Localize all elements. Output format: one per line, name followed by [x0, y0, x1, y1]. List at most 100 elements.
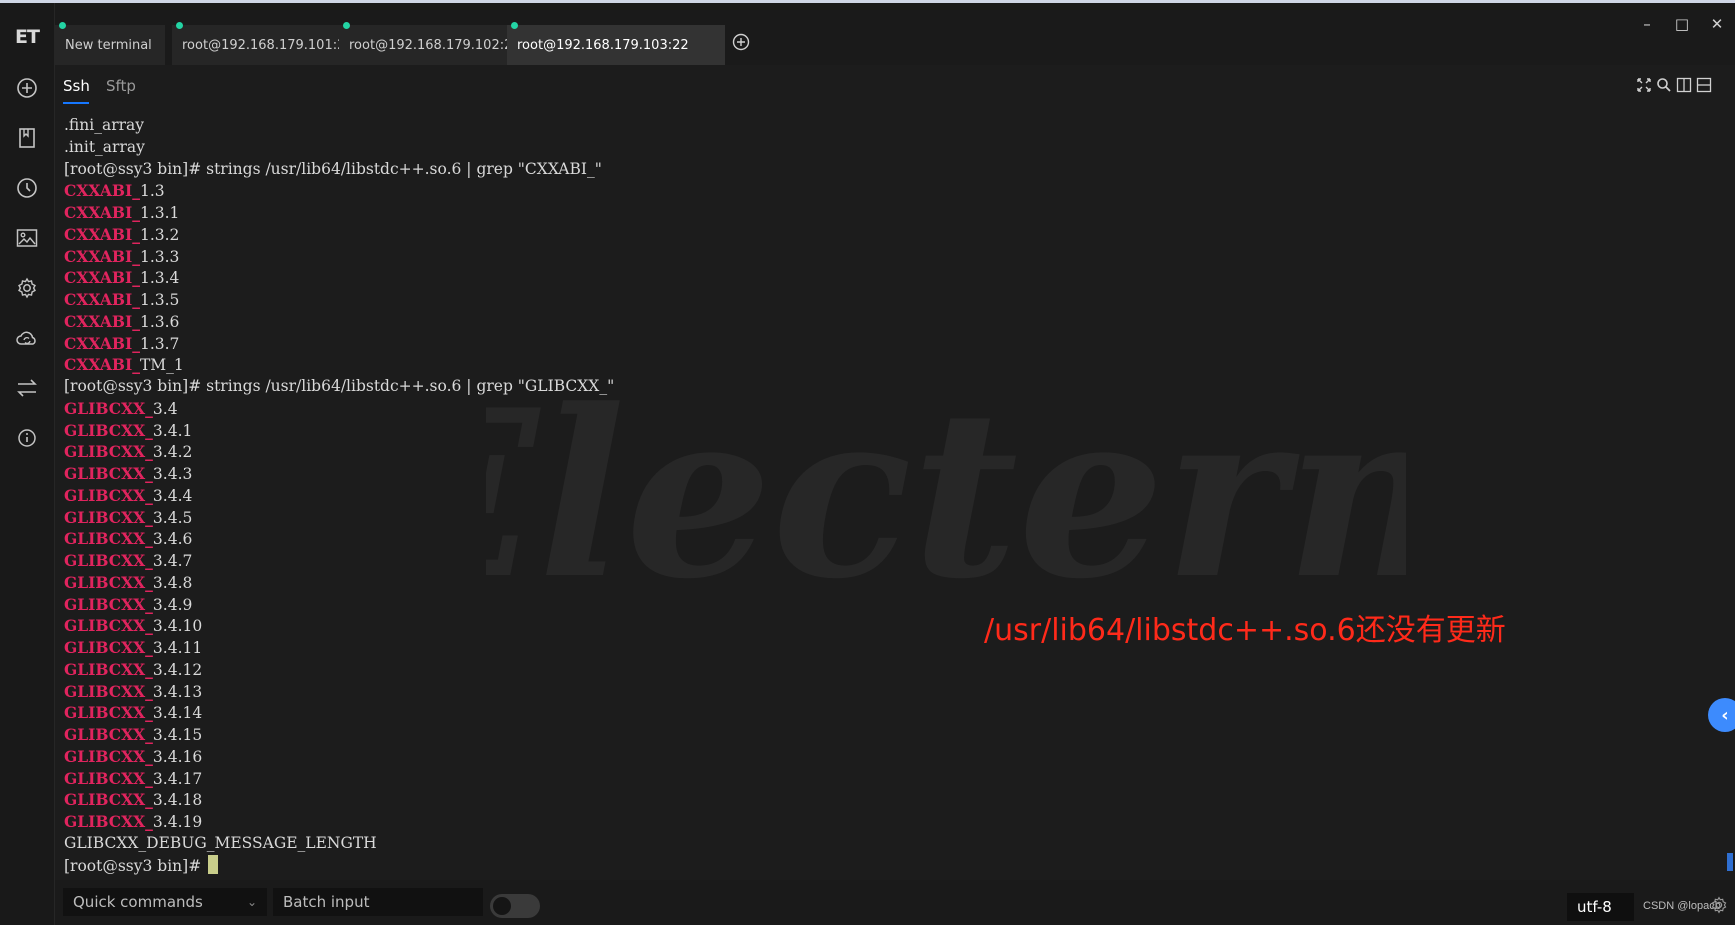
terminal-output[interactable]: Electerm .fini_array .init_array [root@ssy… [56, 105, 1716, 880]
close-icon: ✕ [1710, 15, 1724, 33]
scrollbar-thumb[interactable] [1727, 853, 1733, 871]
terminal-text: .fini_array [64, 116, 145, 134]
terminal-text: 3.4.18 [152, 791, 203, 810]
terminal-text: 3.4.11 [152, 639, 203, 657]
active-subtab-indicator [63, 102, 89, 104]
terminal-text: 3.4.9 [152, 595, 193, 614]
terminal-line: GLIBCXX_3.4.2 [64, 441, 614, 463]
grep-match: GLIBCXX_ [64, 681, 153, 701]
terminal-text: 3.4.14 [152, 704, 203, 723]
grep-match: GLIBCXX_ [64, 725, 153, 744]
terminal-line: CXXABI_1.3.1 [64, 202, 614, 224]
terminal-line: [root@ssy3 bin]# strings /usr/lib64/libs… [64, 159, 614, 181]
tab-status-dot [176, 22, 183, 29]
terminal-text: 3.4.4 [152, 486, 193, 505]
collapse-panel-button[interactable]: ‹ [1708, 698, 1735, 732]
terminal-text: TM_1 [139, 356, 184, 375]
history-clock-icon[interactable] [0, 168, 54, 208]
grep-match: CXXABI_ [64, 311, 140, 331]
terminal-line: GLIBCXX_3.4.14 [64, 702, 614, 724]
add-circle-icon[interactable] [0, 68, 54, 108]
app-logo[interactable]: ET [0, 17, 54, 57]
terminal-line: GLIBCXX_3.4.3 [64, 463, 614, 485]
annotation-text: /usr/lib64/libstdc++.so.6还没有更新 [984, 613, 1506, 648]
terminal-line: GLIBCXX_3.4.19 [64, 811, 614, 833]
tab-label: root@192.168.179.101:22 [182, 37, 354, 53]
terminal-text: 3.4.12 [152, 660, 203, 679]
grep-match: CXXABI_ [64, 333, 140, 353]
terminal-line: GLIBCXX_3.4.6 [64, 528, 614, 550]
batch-input-field[interactable]: Batch input [273, 888, 483, 916]
terminal-text: 3.4.7 [152, 552, 193, 570]
grep-match: GLIBCXX_ [64, 812, 153, 831]
terminal-text: 1.3.7 [139, 334, 180, 353]
terminal-line: CXXABI_1.3.3 [64, 246, 614, 268]
toggle-knob [493, 897, 511, 915]
minimize-button[interactable]: – [1630, 11, 1664, 37]
subtab-sftp[interactable]: Sftp [106, 77, 136, 95]
terminal-text: 3.4.16 [152, 747, 203, 766]
grep-match: CXXABI_ [64, 224, 140, 244]
terminal-text: [root@ssy3 bin]# [64, 856, 207, 875]
bookmark-icon[interactable] [0, 118, 54, 158]
maximize-button[interactable]: □ [1665, 11, 1699, 37]
grep-match: GLIBCXX_ [64, 594, 153, 614]
terminal-text: 1.3.2 [139, 225, 180, 244]
quick-commands-select[interactable]: Quick commands ⌄ [63, 888, 267, 916]
fullscreen-icon[interactable] [1636, 77, 1652, 93]
encoding-select[interactable]: utf-8 [1567, 893, 1634, 921]
cloud-sync-icon[interactable] [0, 318, 54, 358]
grep-match: GLIBCXX_ [64, 529, 153, 549]
grep-match: GLIBCXX_ [64, 746, 153, 766]
terminal-lines: .fini_array .init_array [root@ssy3 bin]# s… [64, 115, 614, 876]
close-button[interactable]: ✕ [1700, 11, 1734, 37]
terminal-line: CXXABI_1.3.4 [64, 267, 614, 289]
split-horizontal-icon[interactable] [1676, 77, 1692, 93]
grep-match: CXXABI_ [64, 268, 140, 288]
search-icon[interactable] [1656, 77, 1672, 93]
terminal-text: GLIBCXX_DEBUG_MESSAGE_LENGTH [64, 833, 377, 852]
terminal-text: 3.4.6 [152, 530, 193, 549]
tab-label: New terminal [65, 37, 152, 53]
terminal-line: CXXABI_TM_1 [64, 354, 614, 376]
terminal-text: 3.4.19 [152, 813, 203, 831]
subtab-ssh[interactable]: Ssh [63, 77, 90, 95]
tab-label: root@192.168.179.103:22 [517, 37, 689, 53]
terminal-line: GLIBCXX_DEBUG_MESSAGE_LENGTH [64, 833, 614, 855]
terminal-line: GLIBCXX_3.4 [64, 398, 614, 420]
grep-match: GLIBCXX_ [64, 703, 153, 723]
terminal-line: GLIBCXX_3.4.4 [64, 485, 614, 507]
grep-match: GLIBCXX_ [64, 464, 153, 483]
tab-label: root@192.168.179.102:22 [349, 37, 521, 53]
terminal-text: 3.4.2 [152, 443, 193, 462]
terminal-text: .init_array [64, 137, 145, 156]
grep-match: GLIBCXX_ [64, 442, 153, 462]
terminal-text: 1.3.4 [139, 269, 180, 288]
gear-icon[interactable] [0, 268, 54, 308]
terminal-text: 3.4 [152, 399, 178, 418]
image-icon[interactable] [0, 218, 54, 258]
transfer-arrows-icon[interactable] [0, 368, 54, 408]
grep-match: GLIBCXX_ [64, 572, 153, 592]
tab-host-103[interactable]: root@192.168.179.103:22 [507, 22, 725, 65]
session-subtabs: Ssh Sftp [55, 65, 1735, 105]
terminal-text: [root@ssy3 bin]# strings /usr/lib64/libs… [64, 377, 615, 395]
add-tab-icon[interactable] [732, 33, 750, 51]
terminal-settings-gear-icon[interactable] [1710, 896, 1728, 914]
terminal-text: 3.4.3 [152, 465, 193, 483]
terminal-cursor [208, 854, 219, 874]
split-vertical-icon[interactable] [1696, 77, 1712, 93]
info-icon[interactable] [0, 418, 54, 458]
tab-status-dot [343, 22, 350, 29]
terminal-text: 1.3.3 [139, 247, 180, 266]
batch-input-toggle[interactable] [490, 894, 540, 918]
terminal-line: GLIBCXX_3.4.11 [64, 637, 614, 659]
terminal-line: GLIBCXX_3.4.9 [64, 594, 614, 616]
grep-match: GLIBCXX_ [64, 790, 153, 810]
terminal-line: [root@ssy3 bin]# [64, 854, 614, 877]
minimize-icon: – [1643, 15, 1651, 33]
terminal-text: 3.4.1 [152, 421, 193, 440]
grep-match: CXXABI_ [64, 181, 140, 201]
grep-match: CXXABI_ [64, 355, 140, 375]
tab-new-terminal[interactable]: New terminal [55, 22, 165, 65]
